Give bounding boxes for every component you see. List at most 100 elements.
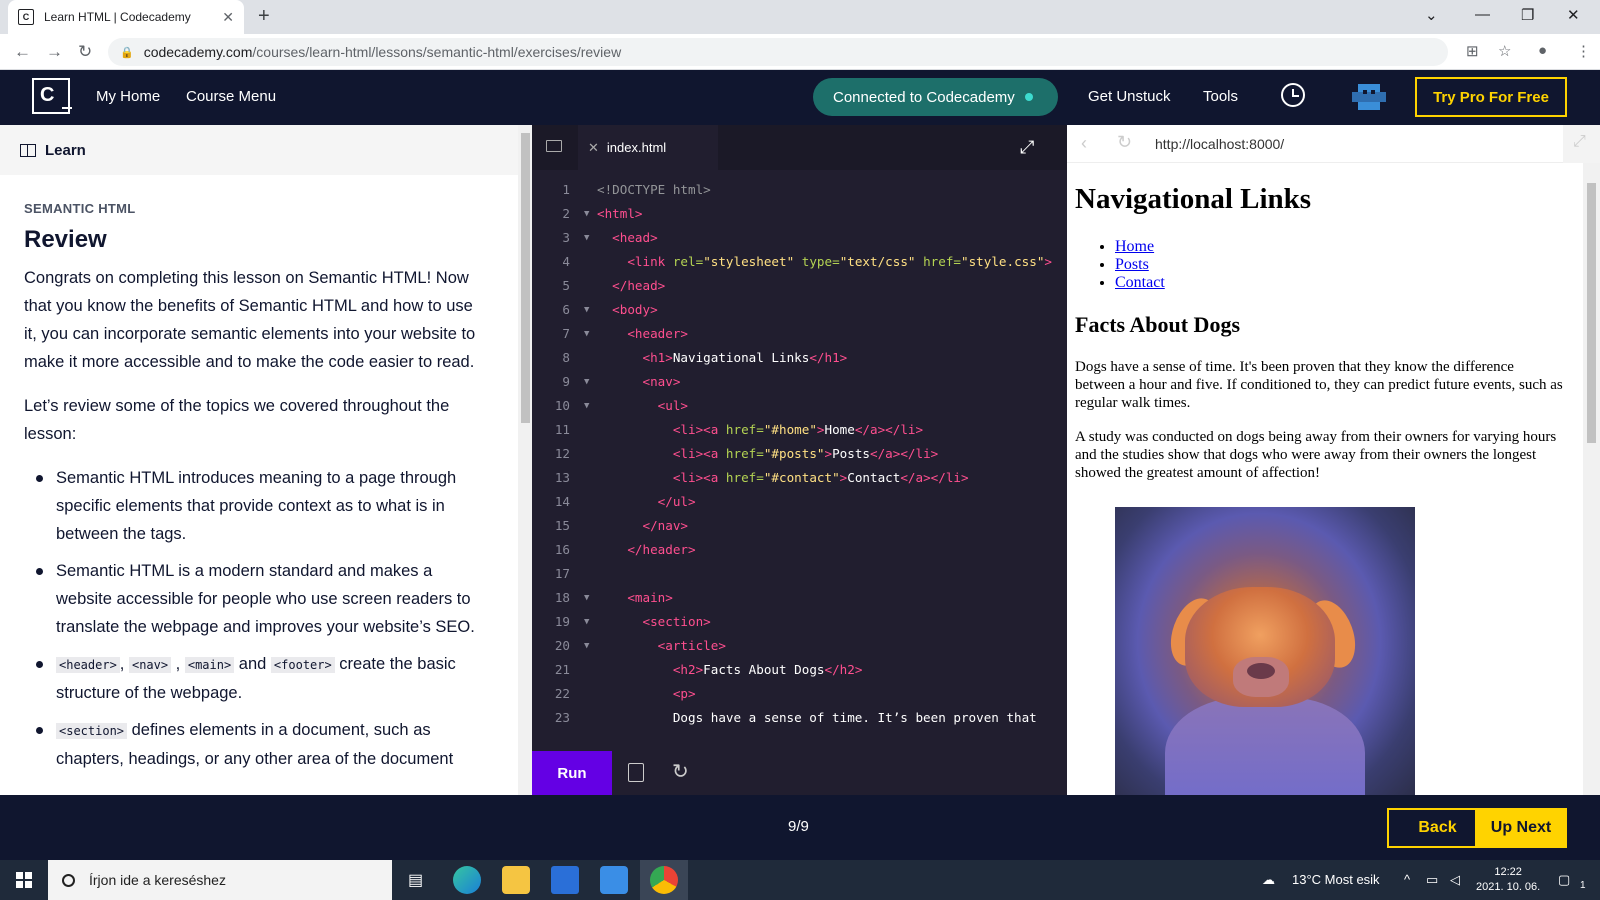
line-number: 2 — [562, 206, 570, 221]
fold-arrow-icon[interactable]: ▼ — [584, 634, 589, 658]
code-line[interactable]: 13 <li><a href="#contact">Contact</a></l… — [532, 466, 1067, 490]
close-window-icon[interactable]: ✕ — [1567, 6, 1580, 24]
show-hidden-icons-icon[interactable]: ^ — [1404, 872, 1410, 887]
learn-scrollbar[interactable] — [518, 125, 532, 795]
new-tab-icon[interactable]: + — [258, 5, 270, 28]
up-next-button[interactable]: Up Next — [1475, 808, 1567, 848]
code-tag: <footer> — [270, 657, 335, 673]
code-line[interactable]: 18 ▼ <main> — [532, 586, 1067, 610]
alarm-clock-icon[interactable] — [1281, 83, 1305, 107]
code-line[interactable]: 9 ▼ <nav> — [532, 370, 1067, 394]
code-line[interactable]: 17 — [532, 562, 1067, 586]
reload-icon[interactable]: ↻ — [78, 42, 92, 62]
url-field[interactable]: 🔒 codecademy.com/courses/learn-html/less… — [108, 38, 1448, 66]
get-unstuck-link[interactable]: Get Unstuck — [1088, 88, 1171, 105]
fold-arrow-icon[interactable]: ▼ — [584, 226, 589, 250]
code-line[interactable]: 15 </nav> — [532, 514, 1067, 538]
code-token: > — [816, 422, 825, 437]
file-explorer-icon[interactable] — [502, 866, 530, 894]
bookmark-star-icon[interactable]: ☆ — [1498, 42, 1511, 60]
code-line[interactable]: 16 </header> — [532, 538, 1067, 562]
network-icon[interactable]: ▭ — [1426, 872, 1438, 888]
code-line[interactable]: 4 <link rel="stylesheet" type="text/css"… — [532, 250, 1067, 274]
code-line[interactable]: 1 <!DOCTYPE html> — [532, 178, 1067, 202]
edge-icon[interactable] — [453, 866, 481, 894]
fold-arrow-icon[interactable]: ▼ — [584, 322, 589, 346]
fold-arrow-icon[interactable]: ▼ — [584, 586, 589, 610]
code-line[interactable]: 21 <h2>Facts About Dogs</h2> — [532, 658, 1067, 682]
taskbar-search-input[interactable]: Írjon ide a kereséshez — [48, 860, 392, 900]
close-file-icon[interactable]: ✕ — [588, 140, 599, 156]
try-pro-button[interactable]: Try Pro For Free — [1415, 77, 1567, 117]
expand-editor-icon[interactable]: ⤢ — [1020, 137, 1034, 158]
editor-toolbar: Run ↻ — [532, 751, 1067, 795]
fold-arrow-icon[interactable]: ▼ — [584, 370, 589, 394]
scrollbar-thumb[interactable] — [521, 133, 530, 423]
browser-menu-icon[interactable]: ⋮ — [1576, 42, 1591, 60]
learn-tab[interactable]: Learn — [0, 125, 532, 175]
code-line[interactable]: they know the difference between a hour … — [532, 730, 1067, 735]
code-line[interactable]: 6 ▼ <body> — [532, 298, 1067, 322]
code-line[interactable]: 8 <h1>Navigational Links</h1> — [532, 346, 1067, 370]
fold-arrow-icon[interactable]: ▼ — [584, 394, 589, 418]
store-icon[interactable] — [551, 866, 579, 894]
weather-text[interactable]: 13°C Most esik — [1292, 872, 1380, 887]
tools-link[interactable]: Tools — [1203, 88, 1238, 105]
preview-scrollbar[interactable] — [1583, 163, 1600, 795]
contact-link[interactable]: Contact — [1115, 274, 1165, 291]
forward-icon[interactable]: → — [46, 42, 63, 62]
code-area[interactable]: 1 <!DOCTYPE html> 2 ▼ <html> 3 ▼ <head> 4 <link… — [532, 178, 1067, 735]
home-link[interactable]: Home — [1115, 238, 1154, 255]
course-menu-link[interactable]: Course Menu — [186, 88, 276, 105]
code-line[interactable]: 3 ▼ <head> — [532, 226, 1067, 250]
folder-icon[interactable] — [546, 140, 562, 152]
reset-code-icon[interactable]: ↻ — [672, 759, 689, 784]
fold-arrow-icon[interactable]: ▼ — [584, 202, 589, 226]
run-button[interactable]: Run — [532, 751, 612, 795]
tab-search-icon[interactable]: ⌄ — [1425, 6, 1438, 24]
code-line[interactable]: 12 <li><a href="#posts">Posts</a></li> — [532, 442, 1067, 466]
expand-preview-icon[interactable]: ⤢ — [1563, 125, 1600, 163]
code-line[interactable]: 11 <li><a href="#home">Home</a></li> — [532, 418, 1067, 442]
connected-status-button[interactable]: Connected to Codecademy — [813, 78, 1058, 116]
code-line[interactable]: 10 ▼ <ul> — [532, 394, 1067, 418]
tab-index-html[interactable]: ✕ index.html — [578, 125, 718, 170]
volume-icon[interactable]: ◁ — [1450, 872, 1460, 888]
code-line[interactable]: 22 <p> — [532, 682, 1067, 706]
preview-back-icon[interactable]: ‹ — [1081, 133, 1087, 154]
browser-tab[interactable]: C Learn HTML | Codecademy ✕ — [8, 0, 244, 34]
chrome-icon[interactable] — [650, 866, 678, 894]
copy-clipboard-icon[interactable] — [628, 763, 644, 782]
taskbar-clock[interactable]: 12:22 2021. 10. 06. — [1476, 865, 1540, 895]
notification-icon[interactable]: ▢ — [1558, 872, 1570, 888]
minimize-icon[interactable]: — — [1475, 6, 1490, 23]
task-view-icon[interactable]: ▤ — [408, 870, 423, 890]
preview-paragraph-2: A study was conducted on dogs being away… — [1075, 429, 1557, 481]
code-line[interactable]: 7 ▼ <header> — [532, 322, 1067, 346]
code-text: <li><a href="#posts">Posts</a></li> — [597, 442, 938, 466]
mail-icon[interactable] — [600, 866, 628, 894]
code-line[interactable]: 14 </ul> — [532, 490, 1067, 514]
preview-url[interactable]: http://localhost:8000/ — [1155, 136, 1284, 152]
maximize-icon[interactable]: ❐ — [1521, 6, 1534, 24]
code-line[interactable]: 23 Dogs have a sense of time. It’s been … — [532, 706, 1067, 730]
windows-start-icon[interactable] — [16, 872, 32, 888]
avatar[interactable] — [1350, 78, 1388, 116]
back-icon[interactable]: ← — [14, 42, 31, 62]
preview-reload-icon[interactable]: ↻ — [1117, 132, 1132, 153]
fold-arrow-icon[interactable]: ▼ — [584, 298, 589, 322]
posts-link[interactable]: Posts — [1115, 256, 1149, 273]
code-line[interactable]: 2 ▼ <html> — [532, 202, 1067, 226]
my-home-link[interactable]: My Home — [96, 88, 160, 105]
code-line[interactable]: 5 </head> — [532, 274, 1067, 298]
profile-icon[interactable]: ● — [1538, 42, 1547, 59]
code-line[interactable]: 20 ▼ <article> — [532, 634, 1067, 658]
weather-icon[interactable]: ☁ — [1262, 872, 1275, 888]
scrollbar-thumb[interactable] — [1587, 183, 1596, 443]
fold-arrow-icon[interactable]: ▼ — [584, 610, 589, 634]
code-line[interactable]: 19 ▼ <section> — [532, 610, 1067, 634]
close-tab-icon[interactable]: ✕ — [222, 9, 234, 26]
translate-icon[interactable]: ⊞ — [1466, 42, 1479, 60]
back-button[interactable]: Back — [1387, 808, 1488, 848]
review-list: Semantic HTML introduces meaning to a pa… — [24, 464, 486, 773]
